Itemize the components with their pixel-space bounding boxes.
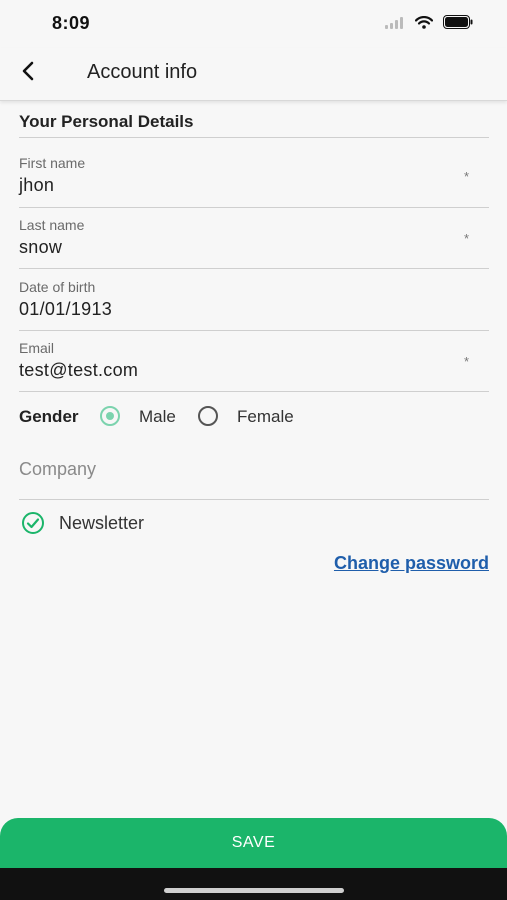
female-radio[interactable] (198, 406, 218, 426)
date-of-birth-field[interactable]: Date of birth 01/01/1913 (19, 279, 489, 337)
cellular-signal-icon (385, 16, 405, 34)
divider (19, 499, 489, 500)
required-star-icon: * (463, 231, 469, 246)
first-name-value[interactable]: jhon (19, 175, 54, 196)
divider (19, 330, 489, 331)
date-of-birth-value[interactable]: 01/01/1913 (19, 299, 112, 320)
battery-icon (443, 15, 473, 34)
status-bar: 8:09 (0, 0, 507, 48)
save-button[interactable]: SAVE (0, 818, 507, 868)
status-time: 8:09 (52, 13, 91, 33)
required-star-icon: * (463, 169, 469, 184)
gender-selector: Gender Male Female (19, 404, 489, 430)
home-indicator[interactable] (164, 888, 344, 893)
date-of-birth-label: Date of birth (19, 279, 96, 295)
email-field[interactable]: Email test@test.com * (19, 340, 489, 398)
email-label: Email (19, 340, 55, 356)
wifi-icon (414, 15, 434, 34)
divider (19, 137, 489, 138)
male-radio[interactable] (100, 406, 120, 426)
divider (19, 268, 489, 269)
male-radio-label[interactable]: Male (139, 407, 176, 427)
back-button[interactable] (14, 59, 42, 87)
divider (19, 207, 489, 208)
last-name-label: Last name (19, 217, 85, 233)
save-button-label: SAVE (231, 834, 276, 851)
section-title: Your Personal Details (19, 112, 194, 131)
last-name-value[interactable]: snow (19, 237, 62, 258)
company-input[interactable]: Company (19, 459, 96, 480)
required-star-icon: * (463, 354, 469, 369)
status-icons (385, 15, 473, 34)
female-radio-label[interactable]: Female (237, 407, 294, 427)
change-password-link[interactable]: Change password (334, 553, 489, 574)
first-name-label: First name (19, 155, 86, 171)
app-header: Account info (0, 48, 507, 101)
home-indicator-area (0, 868, 507, 900)
page-title: Account info (87, 61, 198, 83)
first-name-field[interactable]: First name jhon * (19, 155, 489, 213)
divider (19, 391, 489, 392)
last-name-field[interactable]: Last name snow * (19, 217, 489, 275)
newsletter-label: Newsletter (59, 513, 145, 533)
newsletter-checkbox[interactable]: Newsletter (19, 510, 219, 536)
chevron-left-icon (20, 61, 36, 86)
gender-label: Gender (19, 407, 79, 426)
check-circle-icon (21, 511, 45, 540)
email-value[interactable]: test@test.com (19, 360, 138, 381)
